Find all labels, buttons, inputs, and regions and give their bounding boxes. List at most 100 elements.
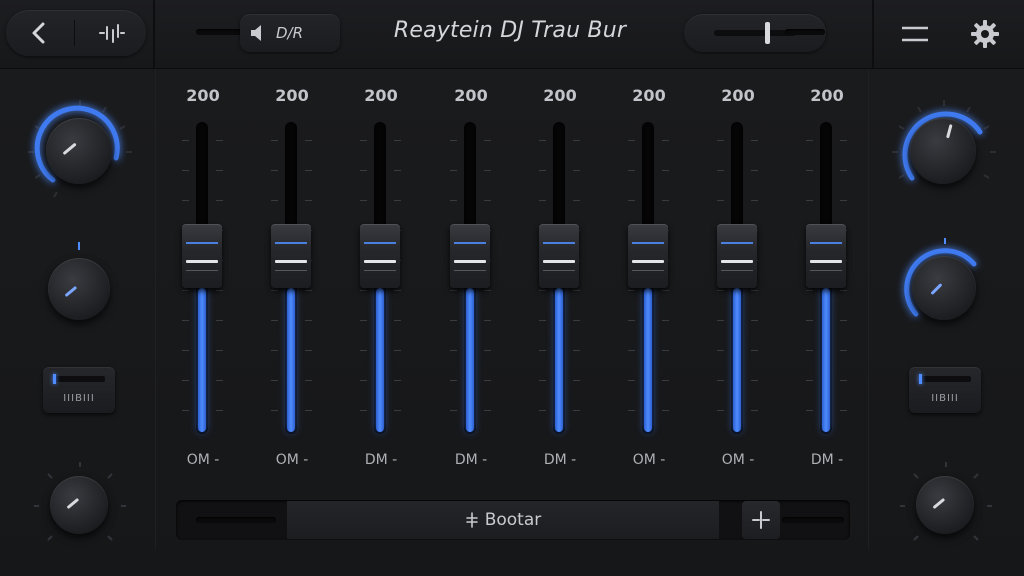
right-knob-3[interactable] xyxy=(894,456,998,560)
fader-tick xyxy=(717,140,724,141)
fader-tick xyxy=(216,290,223,291)
fader-tick xyxy=(573,410,580,411)
chevron-left-icon xyxy=(32,22,45,44)
fader-tick xyxy=(305,320,312,321)
fader-tick xyxy=(806,350,813,351)
settings-button[interactable] xyxy=(962,12,1008,56)
fader-fill xyxy=(644,288,652,432)
fader-handle[interactable] xyxy=(182,224,222,288)
fader-tick xyxy=(394,170,401,171)
fader-tick xyxy=(484,350,491,351)
fader-tick xyxy=(539,200,546,201)
fader-tick xyxy=(717,380,724,381)
left-knob-3[interactable] xyxy=(28,456,132,560)
fader-tick xyxy=(751,380,758,381)
right-knob-1[interactable] xyxy=(884,92,1004,212)
fader-value: 200 xyxy=(275,86,309,105)
fader-tick xyxy=(394,380,401,381)
fader-tick xyxy=(573,140,580,141)
add-button[interactable] xyxy=(742,501,780,539)
header-divider-left xyxy=(153,0,155,68)
fader-fill xyxy=(555,288,563,432)
fader-tick xyxy=(628,140,635,141)
menu-button[interactable] xyxy=(890,14,940,54)
fader-tick xyxy=(751,350,758,351)
fader-value: 200 xyxy=(364,86,398,105)
fader-tick xyxy=(484,290,491,291)
fader-value: 200 xyxy=(632,86,666,105)
fader-tick xyxy=(271,170,278,171)
fader-3[interactable]: 200 DM - xyxy=(351,82,411,482)
fader-fill xyxy=(198,288,206,432)
fader-tick xyxy=(360,170,367,171)
fader-label: DM - xyxy=(543,452,577,468)
left-toggle-button[interactable]: IIIBIII xyxy=(43,367,115,413)
fader-tick xyxy=(628,320,635,321)
nav-group xyxy=(6,10,146,56)
audio-slider-left-track[interactable] xyxy=(196,29,246,35)
crossfade-thumb[interactable] xyxy=(765,22,770,44)
crossfade-right-track xyxy=(785,29,825,35)
fader-8[interactable]: 200 DM - xyxy=(797,82,857,482)
fader-tick xyxy=(662,290,669,291)
bottom-right-track[interactable] xyxy=(782,517,844,523)
fader-handle[interactable] xyxy=(628,224,668,288)
bottom-left-track[interactable] xyxy=(196,517,276,523)
fader-fill xyxy=(733,288,741,432)
fader-fill xyxy=(822,288,830,432)
fader-7[interactable]: 200 OM - xyxy=(708,82,768,482)
fader-handle[interactable] xyxy=(717,224,757,288)
fader-tick xyxy=(182,140,189,141)
fader-tick xyxy=(806,410,813,411)
fader-tick xyxy=(450,350,457,351)
fader-tick xyxy=(360,410,367,411)
left-toggle-bar xyxy=(53,374,105,384)
fader-tick xyxy=(717,290,724,291)
right-toggle-button[interactable]: IIBIII xyxy=(909,367,981,413)
fader-6[interactable]: 200 OM - xyxy=(619,82,679,482)
fader-tick xyxy=(305,170,312,171)
fader-handle[interactable] xyxy=(539,224,579,288)
fader-tick xyxy=(394,140,401,141)
right-toggle-label: IIBIII xyxy=(931,393,959,404)
fader-tick xyxy=(182,170,189,171)
fader-tick xyxy=(305,200,312,201)
fader-tick xyxy=(840,290,847,291)
fader-tick xyxy=(840,320,847,321)
fader-tick xyxy=(182,320,189,321)
fader-1[interactable]: 200 OM - xyxy=(173,82,233,482)
fader-2[interactable]: 200 OM - xyxy=(262,82,322,482)
gear-icon xyxy=(971,20,999,48)
fader-tick xyxy=(806,170,813,171)
fader-label: DM - xyxy=(364,452,398,468)
fader-handle[interactable] xyxy=(271,224,311,288)
left-knob-2[interactable] xyxy=(28,240,128,340)
equalizer-button[interactable] xyxy=(84,10,138,56)
fader-tick xyxy=(806,290,813,291)
fader-value: 200 xyxy=(186,86,220,105)
fader-tick xyxy=(628,290,635,291)
fader-tick xyxy=(216,200,223,201)
back-button[interactable] xyxy=(16,10,62,56)
fader-tick xyxy=(360,200,367,201)
fader-5[interactable]: 200 DM - xyxy=(530,82,590,482)
fader-fill xyxy=(376,288,384,432)
fader-handle[interactable] xyxy=(806,224,846,288)
sparkle-icon xyxy=(465,512,478,528)
fader-tick xyxy=(305,380,312,381)
fader-4[interactable]: 200 DM - xyxy=(441,82,501,482)
fader-tick xyxy=(182,290,189,291)
fader-tick xyxy=(628,380,635,381)
fader-tick xyxy=(662,170,669,171)
right-knob-2[interactable] xyxy=(890,234,1000,344)
fader-handle[interactable] xyxy=(450,224,490,288)
fader-tick xyxy=(450,200,457,201)
fader-tick xyxy=(840,170,847,171)
fader-tick xyxy=(539,410,546,411)
left-knob-1[interactable] xyxy=(20,92,140,212)
fader-tick xyxy=(271,380,278,381)
fader-tick xyxy=(216,380,223,381)
boost-button[interactable]: Bootar xyxy=(287,501,719,539)
fader-handle[interactable] xyxy=(360,224,400,288)
fader-tick xyxy=(394,350,401,351)
